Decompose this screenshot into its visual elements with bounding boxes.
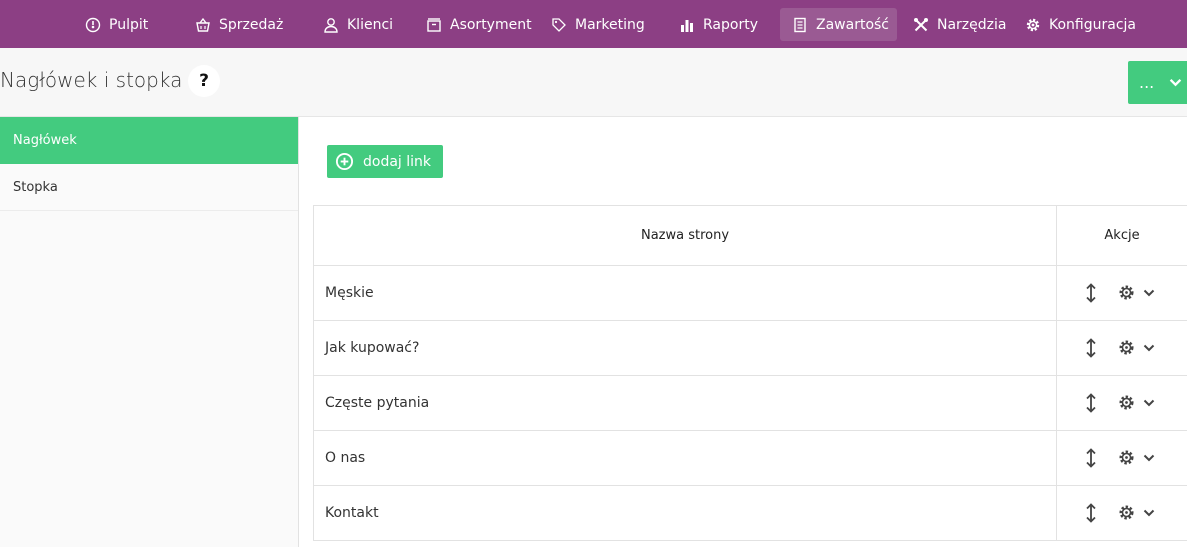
drag-sort-icon[interactable]: [1084, 338, 1098, 358]
table-row: Męskie: [314, 266, 1187, 321]
table-row: Częste pytania: [314, 376, 1187, 431]
gear-icon: [1026, 18, 1040, 31]
row-actions: [1057, 431, 1187, 485]
chevron-down-icon[interactable]: [1143, 507, 1155, 519]
gear-icon[interactable]: [1118, 449, 1135, 466]
nav-item-asortyment[interactable]: Asortyment: [426, 8, 532, 41]
nav-item-label: Marketing: [575, 16, 645, 33]
row-name: Męskie: [314, 266, 1057, 320]
sidebar-item-naglowek[interactable]: Nagłówek: [0, 117, 298, 164]
user-icon: [324, 17, 338, 33]
row-name: Jak kupować?: [314, 321, 1057, 375]
links-table: Nazwa strony Akcje Męskie Jak kupować? C…: [313, 205, 1187, 541]
nav-item-marketing[interactable]: Marketing: [551, 8, 645, 41]
table-header: Nazwa strony Akcje: [314, 206, 1187, 266]
chevron-down-icon[interactable]: [1143, 452, 1155, 464]
more-actions-button[interactable]: ...: [1128, 61, 1187, 104]
row-actions: [1057, 321, 1187, 375]
drag-sort-icon[interactable]: [1084, 448, 1098, 468]
bar-chart-icon: [681, 19, 693, 32]
nav-item-label: Sprzedaż: [219, 16, 284, 33]
nav-item-narzedzia[interactable]: Narzędzia: [913, 8, 1006, 41]
drag-sort-icon[interactable]: [1084, 503, 1098, 523]
row-actions: [1057, 376, 1187, 430]
sidebar-item-stopka[interactable]: Stopka: [0, 164, 298, 211]
chevron-down-icon[interactable]: [1143, 342, 1155, 354]
help-button[interactable]: ?: [188, 65, 220, 97]
dashboard-icon: [85, 17, 101, 32]
drag-sort-icon[interactable]: [1084, 283, 1098, 303]
nav-item-label: Narzędzia: [937, 16, 1007, 33]
gear-icon[interactable]: [1118, 504, 1135, 521]
chevron-down-icon: [1169, 78, 1182, 87]
gear-icon[interactable]: [1118, 339, 1135, 356]
table-row: O nas: [314, 431, 1187, 486]
nav-item-sprzedaz[interactable]: Sprzedaż: [195, 8, 283, 41]
nav-item-label: Asortyment: [450, 16, 532, 33]
page-title: Nagłówek i stopka: [0, 68, 183, 92]
nav-item-label: Zawartość: [816, 16, 890, 33]
row-name: Kontakt: [314, 486, 1057, 540]
nav-item-konfiguracja[interactable]: Konfiguracja: [1025, 8, 1136, 41]
document-icon: [794, 17, 806, 32]
gear-icon[interactable]: [1118, 284, 1135, 301]
nav-item-zawartosc[interactable]: Zawartość: [780, 8, 897, 41]
chevron-down-icon[interactable]: [1143, 397, 1155, 409]
sidebar: Nagłówek Stopka: [0, 117, 299, 547]
gear-icon[interactable]: [1118, 394, 1135, 411]
box-icon: [427, 17, 441, 32]
nav-item-label: Klienci: [347, 16, 394, 33]
more-label: ...: [1139, 73, 1155, 92]
chevron-down-icon[interactable]: [1143, 287, 1155, 299]
table-row: Jak kupować?: [314, 321, 1187, 376]
nav-item-label: Raporty: [703, 16, 758, 33]
nav-item-pulpit[interactable]: Pulpit: [85, 8, 148, 41]
add-link-button[interactable]: dodaj link: [327, 145, 443, 178]
column-header-name: Nazwa strony: [314, 206, 1057, 265]
plus-circle-icon: [335, 152, 354, 171]
add-link-label: dodaj link: [363, 153, 432, 170]
tools-icon: [914, 17, 928, 31]
row-actions: [1057, 486, 1187, 540]
nav-item-klienci[interactable]: Klienci: [323, 8, 393, 41]
row-name: Częste pytania: [314, 376, 1057, 430]
table-row: Kontakt: [314, 486, 1187, 541]
top-navigation: Pulpit Sprzedaż Klienci Asortyment Marke…: [0, 0, 1187, 48]
column-header-actions: Akcje: [1104, 228, 1140, 243]
nav-item-label: Pulpit: [109, 16, 149, 33]
row-name: O nas: [314, 431, 1057, 485]
nav-item-raporty[interactable]: Raporty: [679, 8, 758, 41]
row-actions: [1057, 266, 1187, 320]
drag-sort-icon[interactable]: [1084, 393, 1098, 413]
page-header: Nagłówek i stopka ? ...: [0, 48, 1187, 117]
nav-item-label: Konfiguracja: [1049, 16, 1137, 33]
basket-icon: [196, 17, 210, 32]
tag-icon: [552, 17, 566, 32]
